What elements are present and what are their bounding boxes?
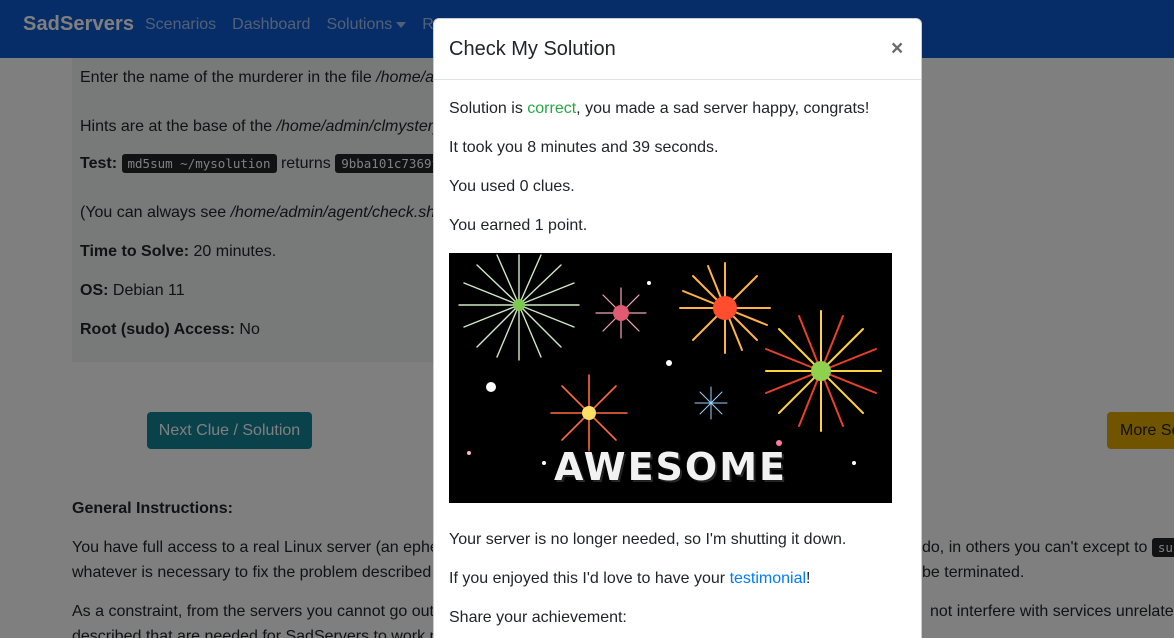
shutdown-message: Your server is no longer needed, so I'm …	[449, 531, 847, 548]
check-solution-modal: Check My Solution × Solution is correct,…	[433, 18, 922, 638]
result-suffix: , you made a sad server happy, congrats!	[576, 100, 870, 117]
points-earned: You earned 1 point.	[449, 217, 588, 234]
share-achievement-label: Share your achievement:	[449, 609, 627, 626]
awesome-fireworks-image: AWESOME	[449, 253, 892, 503]
result-prefix: Solution is	[449, 100, 528, 117]
testimonial-suffix: !	[806, 570, 811, 587]
time-taken: It took you 8 minutes and 39 seconds.	[449, 139, 719, 156]
result-line: Solution is correct, you made a sad serv…	[449, 100, 869, 118]
modal-header: Check My Solution ×	[434, 19, 921, 80]
result-status: correct	[527, 100, 577, 117]
clues-used: You used 0 clues.	[449, 178, 575, 195]
close-icon[interactable]: ×	[891, 38, 903, 59]
testimonial-line: If you enjoyed this I'd love to have you…	[449, 570, 811, 588]
testimonial-prefix: If you enjoyed this I'd love to have you…	[449, 570, 730, 587]
awesome-image-caption: AWESOME	[553, 445, 788, 489]
modal-title: Check My Solution	[449, 38, 616, 60]
testimonial-link[interactable]: testimonial	[730, 570, 806, 587]
